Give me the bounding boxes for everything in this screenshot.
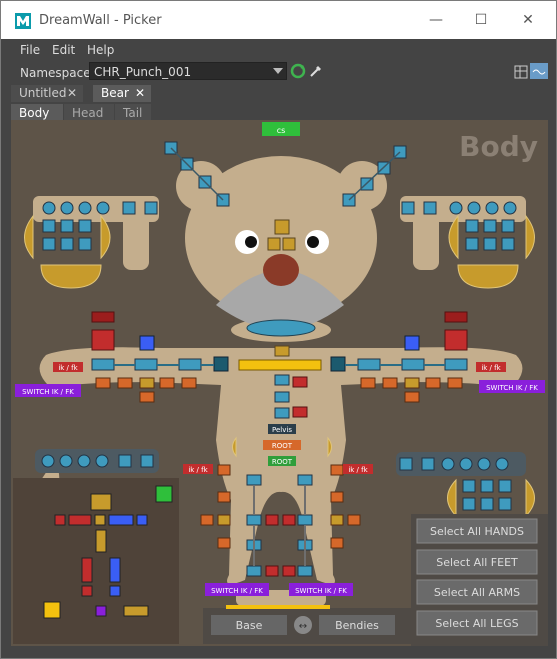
eyedropper-icon[interactable] xyxy=(308,63,324,79)
close-icon[interactable]: ✕ xyxy=(135,85,145,102)
ikfk-leg-left[interactable]: ik / fk xyxy=(183,464,213,474)
title-bar: DreamWall - Picker — ☐ ✕ xyxy=(1,1,556,39)
swap-arrow: ↔ xyxy=(299,621,307,632)
mode-slider[interactable] xyxy=(226,605,330,609)
svg-text:SWITCH IK / FK: SWITCH IK / FK xyxy=(22,388,74,396)
maya-app-icon xyxy=(15,13,31,29)
jaw-left-control[interactable] xyxy=(267,237,281,251)
namespace-row: Namespace: CHR_Punch_001 xyxy=(1,61,556,83)
switch-ikfk-arm-left[interactable]: SWITCH IK / FK xyxy=(15,384,81,397)
base-label: Base xyxy=(236,619,263,632)
picker-window: DreamWall - Picker — ☐ ✕ File Edit Help … xyxy=(0,0,557,659)
switch-ikfk-leg-left[interactable]: SWITCH IK / FK xyxy=(205,583,269,596)
namespace-label: Namespace: xyxy=(20,66,95,80)
svg-text:ik / fk: ik / fk xyxy=(188,466,208,474)
wave-icon xyxy=(532,69,546,75)
svg-text:ik / fk: ik / fk xyxy=(58,364,78,372)
tail-mini-picker xyxy=(13,478,179,644)
switch-ikfk-leg-right[interactable]: SWITCH IK / FK xyxy=(289,583,353,596)
bear-picker-svg: Body cs ik / fk ik / fk SWITCH IK / FK S… xyxy=(13,122,548,646)
menu-edit[interactable]: Edit xyxy=(52,43,75,57)
tab-bear-label: Bear xyxy=(101,86,129,100)
svg-text:SWITCH IK / FK: SWITCH IK / FK xyxy=(486,384,538,392)
svg-text:ik / fk: ik / fk xyxy=(348,466,368,474)
select-all-arms[interactable]: Select All ARMS xyxy=(416,579,538,605)
ikfk-arm-right[interactable]: ik / fk xyxy=(476,362,506,372)
svg-text:Select All LEGS: Select All LEGS xyxy=(435,617,518,630)
svg-text:SWITCH IK / FK: SWITCH IK / FK xyxy=(211,587,263,595)
tab-untitled-label: Untitled xyxy=(19,86,67,100)
menu-file[interactable]: File xyxy=(20,43,40,57)
select-all-legs[interactable]: Select All LEGS xyxy=(416,610,538,636)
picker-canvas: Body cs ik / fk ik / fk SWITCH IK / FK S… xyxy=(11,120,548,646)
nose-control[interactable] xyxy=(263,254,299,286)
left-pupil xyxy=(245,236,257,248)
root-label: ROOT xyxy=(272,442,293,450)
maximize-button[interactable]: ☐ xyxy=(466,9,496,31)
menu-bar: File Edit Help xyxy=(1,39,556,61)
pelvis-label: Pelvis xyxy=(272,426,292,434)
left-foot-controls[interactable] xyxy=(35,449,159,473)
svg-text:ik / fk: ik / fk xyxy=(481,364,501,372)
close-button[interactable]: ✕ xyxy=(513,9,543,31)
jaw-right-control[interactable] xyxy=(282,237,296,251)
tab-untitled[interactable]: Untitled ✕ xyxy=(11,85,83,102)
select-all-feet[interactable]: Select All FEET xyxy=(416,549,538,575)
refresh-icon[interactable] xyxy=(290,63,306,79)
minimize-button[interactable]: — xyxy=(421,9,451,31)
root2-label: ROOT xyxy=(272,458,293,466)
head-control[interactable] xyxy=(274,219,290,235)
ikfk-leg-right[interactable]: ik / fk xyxy=(343,464,373,474)
right-foot-controls[interactable] xyxy=(396,452,535,518)
window-title: DreamWall - Picker xyxy=(39,13,162,28)
ikfk-arm-left[interactable]: ik / fk xyxy=(53,362,83,372)
namespace-value: CHR_Punch_001 xyxy=(94,65,192,79)
right-pupil xyxy=(307,236,319,248)
neck-control[interactable] xyxy=(246,319,316,337)
svg-text:Select All FEET: Select All FEET xyxy=(436,556,518,569)
svg-text:Select All ARMS: Select All ARMS xyxy=(434,586,520,599)
svg-text:Select All HANDS: Select All HANDS xyxy=(430,525,524,538)
switch-ikfk-arm-right[interactable]: SWITCH IK / FK xyxy=(479,380,545,393)
chevron-down-icon xyxy=(273,68,283,74)
svg-text:SWITCH IK / FK: SWITCH IK / FK xyxy=(295,587,347,595)
select-all-hands[interactable]: Select All HANDS xyxy=(416,518,538,544)
bendies-label: Bendies xyxy=(335,619,379,632)
menu-help[interactable]: Help xyxy=(87,43,114,57)
layout-icon[interactable] xyxy=(514,65,528,79)
close-icon[interactable]: ✕ xyxy=(67,85,77,102)
body-watermark: Body xyxy=(459,130,538,163)
view-mode-button[interactable] xyxy=(530,63,548,79)
namespace-dropdown[interactable]: CHR_Punch_001 xyxy=(89,62,287,80)
cs-label: cs xyxy=(277,126,286,135)
tab-bear[interactable]: Bear ✕ xyxy=(93,85,151,102)
